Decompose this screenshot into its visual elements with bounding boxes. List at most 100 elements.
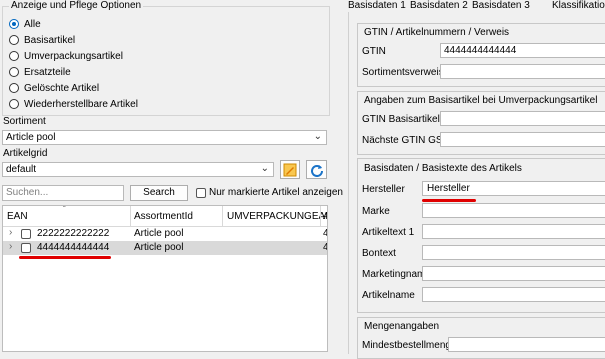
radio-wiederherstellbare-artikel[interactable]: Wiederherstellbare Artikel	[9, 97, 138, 111]
artikelname-label: Artikelname	[362, 290, 415, 301]
cell-ean: 2222222222222	[37, 228, 110, 239]
marke-field[interactable]	[422, 203, 605, 218]
gtin-section-title: GTIN / Artikelnummern / Verweis	[364, 27, 510, 38]
radio-button-icon[interactable]	[9, 35, 19, 45]
artikelgrid-value: default	[6, 164, 37, 175]
artikeltext-field[interactable]	[422, 224, 605, 239]
tab-basisdaten-1[interactable]: Basisdaten 1	[348, 0, 406, 12]
sortiment-value: Article pool	[6, 132, 56, 143]
radio-label: Alle	[24, 18, 41, 30]
column-header-ean[interactable]: EAN	[7, 211, 28, 222]
cell-extra: 4	[323, 242, 327, 253]
mengen-section: Mengenangaben Mindestbestellmenge	[357, 317, 605, 359]
artikelname-field[interactable]	[422, 287, 605, 302]
hersteller-value: Hersteller	[427, 183, 470, 194]
expand-chevron-icon[interactable]: ›	[9, 241, 12, 252]
column-divider[interactable]	[222, 206, 223, 226]
column-header-a[interactable]: A	[323, 211, 327, 222]
cell-assortment: Article pool	[134, 242, 184, 253]
sortimentsverweis-field[interactable]	[440, 64, 605, 79]
hersteller-label: Hersteller	[362, 184, 405, 195]
radio-label: Gelöschte Artikel	[24, 82, 100, 94]
gtin-value: 4444444444444	[444, 45, 517, 56]
artikelgrid-select[interactable]: default ⌄	[2, 162, 274, 177]
cell-ean: 4444444444444	[37, 242, 110, 253]
radio-button-icon[interactable]	[9, 51, 19, 61]
annotation-underline	[19, 256, 111, 259]
row-checkbox[interactable]	[21, 229, 31, 239]
display-options-group: Anzeige und Pflege Optionen Alle Basisar…	[2, 0, 330, 116]
next-gtin-label: Nächste GTIN GS1	[362, 135, 449, 146]
edit-pencil-icon	[283, 163, 297, 177]
row-checkbox[interactable]	[21, 243, 31, 253]
radio-basisartikel[interactable]: Basisartikel	[9, 33, 75, 47]
only-marked-checkbox[interactable]	[196, 188, 206, 198]
radio-label: Basisartikel	[24, 34, 76, 46]
sort-up-icon[interactable]: ˆ	[63, 206, 66, 214]
radio-label: Umverpackungsartikel	[24, 50, 123, 62]
search-placeholder: Suchen...	[6, 187, 49, 198]
mengen-section-title: Mengenangaben	[364, 321, 440, 332]
column-header-assortmentid[interactable]: AssortmentId	[134, 211, 193, 222]
table-row-selected[interactable]: › 4444444444444 Article pool 4	[3, 241, 327, 255]
refresh-button[interactable]	[306, 160, 327, 179]
column-divider[interactable]	[320, 206, 321, 226]
tab-bar: Basisdaten 1 Basisdaten 2 Basisdaten 3 K…	[340, 0, 605, 12]
column-divider[interactable]	[130, 206, 131, 226]
search-button[interactable]: Search	[130, 185, 188, 201]
gtin-basisartikel-label: GTIN Basisartikel	[362, 114, 440, 125]
radio-all[interactable]: Alle	[9, 17, 41, 31]
gtin-section: GTIN / Artikelnummern / Verweis GTIN 444…	[357, 23, 605, 87]
search-button-label: Search	[143, 187, 175, 198]
radio-button-icon[interactable]	[9, 67, 19, 77]
chevron-down-icon[interactable]: ⌄	[261, 163, 269, 174]
basisdaten-section: Basisdaten / Basistexte des Artikels Her…	[357, 158, 605, 313]
radio-button-icon[interactable]	[9, 99, 19, 109]
search-input[interactable]: Suchen...	[2, 185, 124, 201]
base-article-section: Angaben zum Basisartikel bei Umverpackun…	[357, 91, 605, 155]
chevron-down-icon[interactable]: ⌄	[314, 131, 322, 142]
artikeltext-label: Artikeltext 1	[362, 227, 415, 238]
hersteller-field[interactable]: Hersteller	[422, 181, 605, 196]
gtin-field[interactable]: 4444444444444	[440, 43, 605, 58]
expand-chevron-icon[interactable]: ›	[9, 227, 12, 238]
radio-button-icon[interactable]	[9, 83, 19, 93]
article-grid: ˆ EAN AssortmentId UMVERPACKUNGEAN A › 2…	[2, 205, 328, 352]
refresh-icon	[310, 165, 323, 177]
grid-header: ˆ EAN AssortmentId UMVERPACKUNGEAN A	[3, 206, 327, 227]
cell-assortment: Article pool	[134, 228, 184, 239]
sortimentsverweis-label: Sortimentsverweis	[362, 67, 444, 78]
tab-basisdaten-3[interactable]: Basisdaten 3	[472, 0, 530, 12]
next-gtin-field[interactable]	[440, 132, 605, 147]
annotation-underline	[422, 199, 476, 202]
tab-klassifikation[interactable]: Klassifikation	[552, 0, 605, 12]
radio-label: Ersatzteile	[24, 66, 71, 78]
bontext-field[interactable]	[422, 245, 605, 260]
bontext-label: Bontext	[362, 248, 396, 259]
base-article-section-title: Angaben zum Basisartikel bei Umverpackun…	[364, 95, 598, 106]
artikelgrid-label: Artikelgrid	[3, 148, 48, 159]
table-row[interactable]: › 2222222222222 Article pool 4	[3, 227, 327, 241]
radio-button-icon[interactable]	[9, 19, 19, 29]
column-header-umverpackungean[interactable]: UMVERPACKUNGEAN	[227, 211, 327, 222]
cell-extra: 4	[323, 228, 327, 239]
gtin-label: GTIN	[362, 46, 386, 57]
sortiment-label: Sortiment	[3, 116, 46, 127]
marke-label: Marke	[362, 206, 390, 217]
radio-label: Wiederherstellbare Artikel	[24, 98, 138, 110]
gtin-basisartikel-field[interactable]	[440, 111, 605, 126]
radio-umverpackungsartikel[interactable]: Umverpackungsartikel	[9, 49, 123, 63]
detail-pane: GTIN / Artikelnummern / Verweis GTIN 444…	[348, 12, 605, 359]
marketingname-label: Marketingname	[362, 269, 431, 280]
mindestbestellmenge-field[interactable]	[448, 337, 605, 352]
mindestbestellmenge-label: Mindestbestellmenge	[362, 340, 457, 351]
radio-geloeschte-artikel[interactable]: Gelöschte Artikel	[9, 81, 99, 95]
edit-grid-button[interactable]	[280, 160, 300, 179]
display-options-title: Anzeige und Pflege Optionen	[9, 0, 144, 11]
marketingname-field[interactable]	[422, 266, 605, 281]
basisdaten-section-title: Basisdaten / Basistexte des Artikels	[364, 163, 522, 174]
radio-ersatzteile[interactable]: Ersatzteile	[9, 65, 71, 79]
only-marked-label: Nur markierte Artikel anzeigen	[209, 187, 343, 198]
tab-basisdaten-2[interactable]: Basisdaten 2	[410, 0, 468, 12]
sortiment-select[interactable]: Article pool ⌄	[2, 130, 327, 145]
